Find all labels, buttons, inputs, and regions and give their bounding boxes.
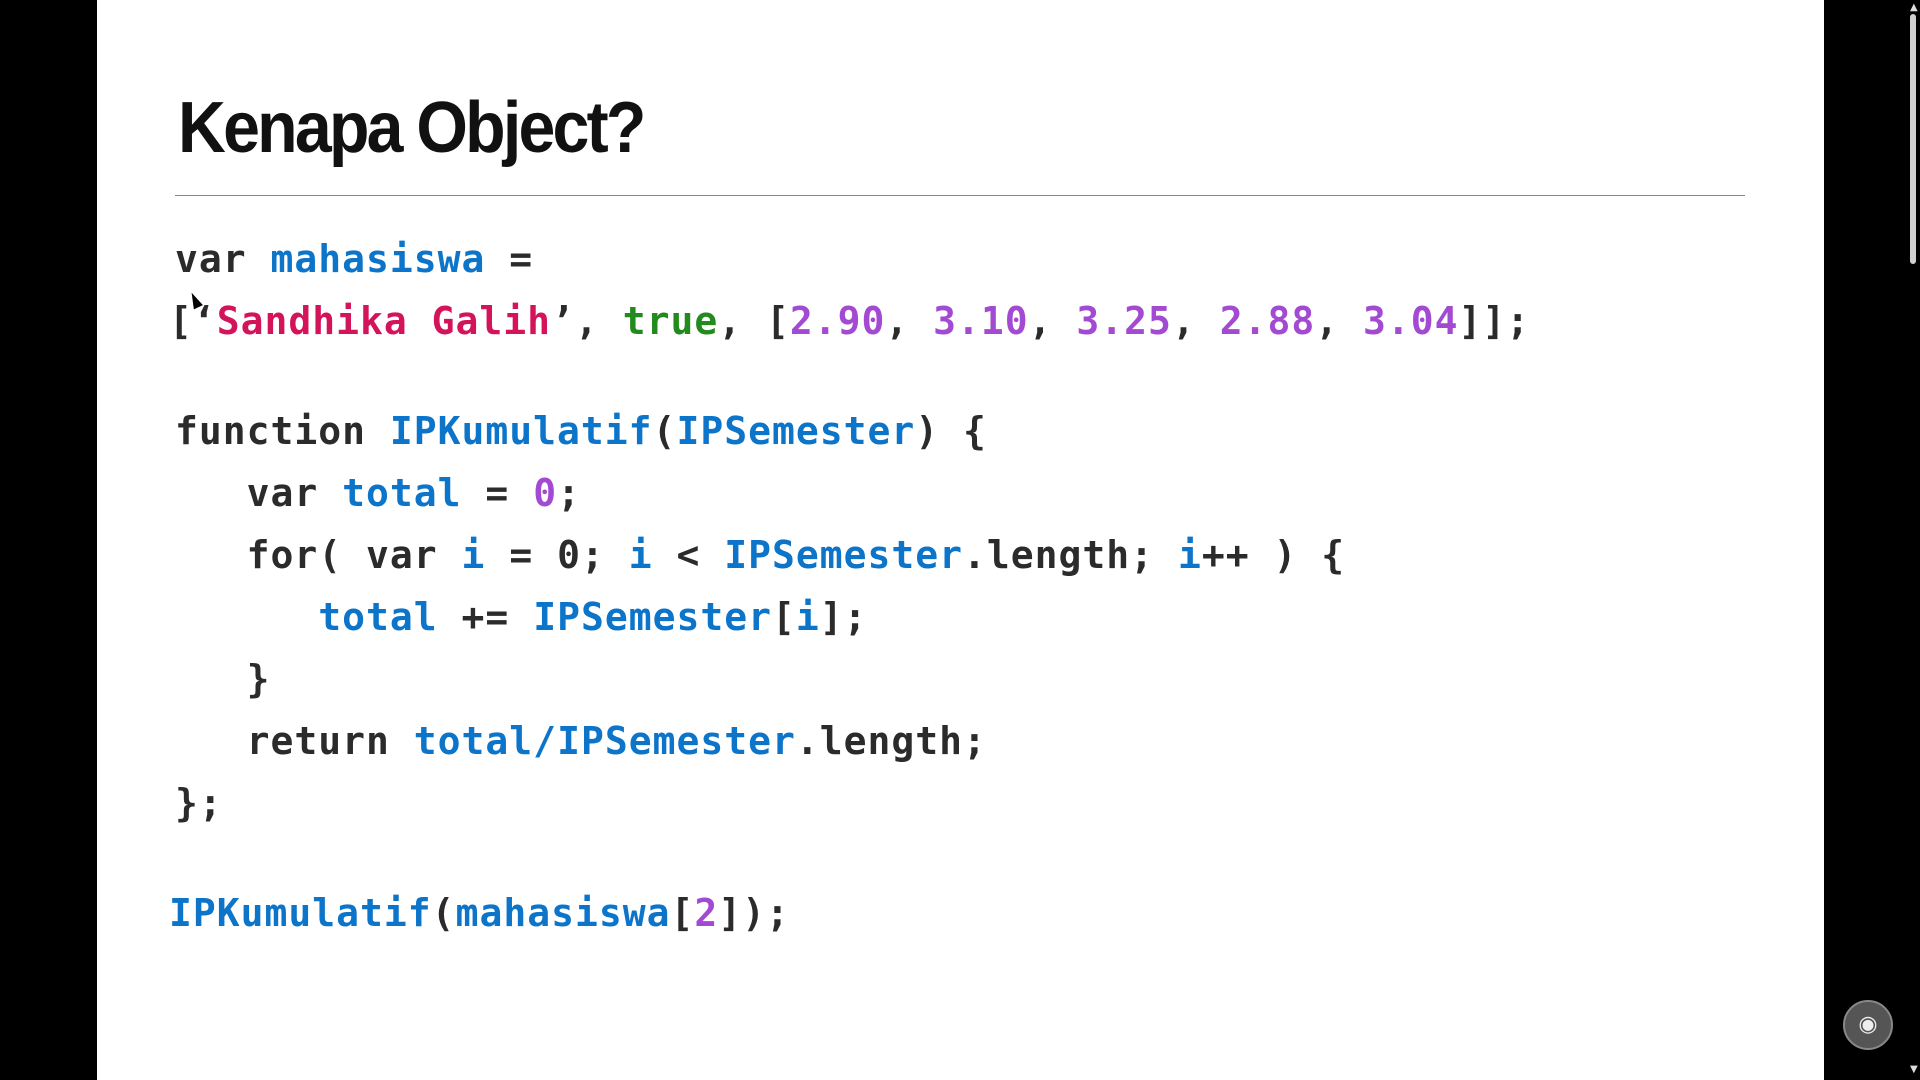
number-literal: 3.25 — [1076, 299, 1172, 343]
punctuation: , — [1028, 299, 1077, 343]
punctuation: ( — [652, 409, 677, 453]
code-line-4: var total = 0; — [175, 462, 1530, 524]
code-line-6: total += IPSemester[i]; — [175, 586, 1530, 648]
boolean-literal: true — [622, 299, 719, 343]
operator: = — [485, 237, 534, 281]
operator: += — [437, 595, 534, 639]
code-line-5: for( var i = 0; i < IPSemester.length; i… — [175, 524, 1530, 586]
keyword: return — [175, 719, 414, 763]
code-line-3: function IPKumulatif(IPSemester) { — [175, 400, 1530, 462]
identifier: total — [318, 595, 438, 639]
code-line-8: return total/IPSemester.length; — [175, 710, 1530, 772]
scroll-down-arrow-icon[interactable]: ▼ — [1910, 1064, 1918, 1075]
punctuation: , — [1171, 299, 1220, 343]
identifier: mahasiswa — [455, 891, 671, 935]
punctuation: [ — [670, 891, 695, 935]
keyword: for( var — [175, 533, 462, 577]
property-access: .length; — [963, 533, 1178, 577]
punctuation: , — [885, 299, 934, 343]
identifier: mahasiswa — [270, 237, 486, 281]
code-line-9: }; — [175, 772, 1530, 834]
scroll-up-arrow-icon[interactable]: ▲ — [1910, 2, 1918, 13]
identifier: total — [413, 719, 534, 763]
code-line-2: [‘Sandhika Galih’, true, [2.90, 3.10, 3.… — [169, 290, 1530, 352]
punctuation: ]); — [718, 891, 790, 935]
punctuation: ++ ) { — [1201, 533, 1346, 577]
identifier: i — [1177, 533, 1202, 577]
punctuation: ’, — [551, 299, 623, 343]
punctuation: ; — [557, 471, 581, 515]
operator: = — [461, 471, 534, 515]
identifier: IPSemester — [533, 595, 772, 639]
punctuation: ]]; — [1458, 299, 1531, 343]
punctuation: [ — [771, 595, 796, 639]
punctuation: , — [1315, 299, 1363, 343]
string-literal: Sandhika Galih — [216, 299, 552, 343]
operator: < — [652, 533, 725, 577]
number-literal: 2.90 — [789, 299, 886, 343]
code-line-7: } — [175, 648, 1530, 710]
title-divider — [175, 195, 1745, 196]
punctuation: ]; — [819, 595, 868, 639]
identifier: total — [342, 471, 462, 515]
keyword: function — [175, 409, 390, 453]
closing-brace: }; — [175, 781, 223, 825]
identifier: IPSemester — [557, 719, 796, 763]
function-name: IPKumulatif — [389, 409, 653, 453]
scrollbar-track[interactable] — [1824, 0, 1920, 1080]
function-call: IPKumulatif — [169, 891, 432, 935]
identifier: i — [795, 595, 820, 639]
identifier: i — [628, 533, 653, 577]
number-literal: 2.88 — [1219, 299, 1316, 343]
keyword: var — [175, 471, 343, 515]
operator: = 0; — [485, 533, 629, 577]
code-block: var mahasiswa = [‘Sandhika Galih’, true, … — [169, 228, 1530, 944]
punctuation: ) { — [915, 409, 987, 453]
channel-logo-icon: ◉ — [1843, 1000, 1893, 1050]
scrollbar-thumb[interactable] — [1910, 14, 1916, 264]
number-literal: 2 — [694, 891, 719, 935]
number-literal: 0 — [533, 471, 558, 515]
operator: / — [533, 719, 558, 763]
keyword: var — [175, 237, 271, 281]
closing-brace: } — [175, 657, 271, 701]
code-line-1: var mahasiswa = — [175, 228, 1530, 290]
punctuation: ( — [431, 891, 456, 935]
number-literal: 3.10 — [933, 299, 1029, 343]
number-literal: 3.04 — [1362, 299, 1459, 343]
property-access: .length; — [795, 719, 987, 763]
code-line-10: IPKumulatif(mahasiswa[2]); — [169, 882, 1530, 944]
identifier: i — [461, 533, 486, 577]
punctuation: , [ — [718, 299, 790, 343]
slide-title: Kenapa Object? — [178, 88, 646, 168]
identifier: IPSemester — [724, 533, 964, 577]
parameter: IPSemester — [676, 409, 916, 453]
